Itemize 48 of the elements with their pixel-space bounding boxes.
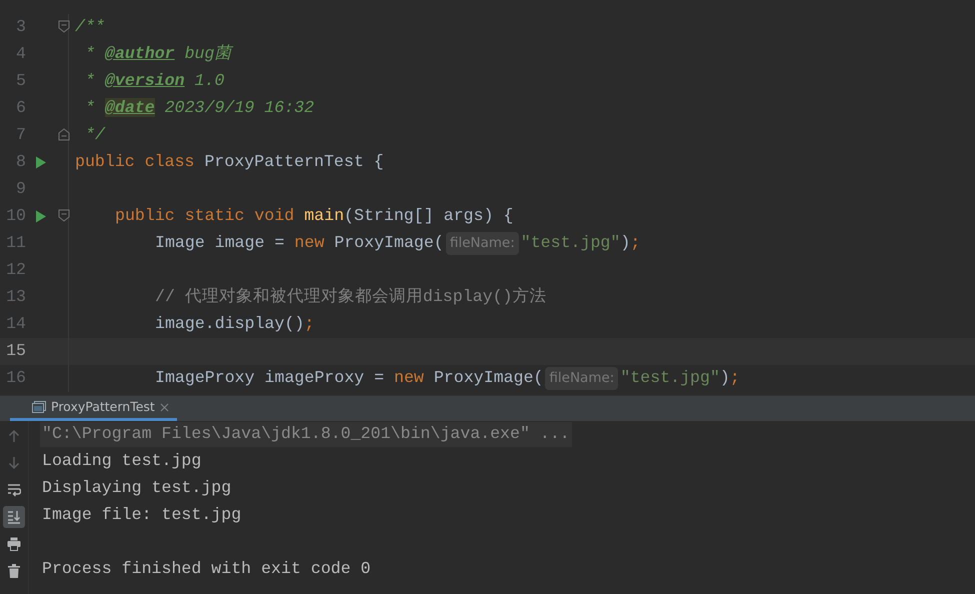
code-text: "test.jpg"); — [520, 232, 640, 254]
line-number: 10 — [5, 205, 27, 228]
scroll-to-end-button[interactable] — [3, 506, 25, 528]
line-number: 12 — [5, 259, 27, 282]
code-text: /** — [75, 16, 105, 38]
run-icon[interactable] — [35, 210, 47, 223]
code-text: * @date 2023/9/19 16:32 — [85, 97, 314, 120]
code-text: "test.jpg"); — [620, 367, 740, 390]
line-number: 13 — [5, 286, 27, 308]
code-text: * @version 1.0 — [85, 70, 224, 92]
scroll-to-end-icon — [7, 510, 21, 524]
line-number: 4 — [15, 43, 27, 66]
arrow-down-icon — [7, 456, 21, 470]
arrow-up-icon — [7, 429, 21, 443]
line-number: 11 — [5, 232, 27, 254]
console-icon — [32, 401, 46, 413]
printer-icon — [7, 537, 21, 551]
code-text: * @author bug菌 — [85, 43, 232, 66]
fold-icon[interactable] — [58, 20, 70, 33]
line-number: 8 — [15, 151, 27, 174]
line-number: 5 — [15, 70, 27, 92]
run-icon[interactable] — [35, 156, 47, 169]
console-output: Image file: test.jpg — [42, 504, 242, 526]
code-text: ImageProxy imageProxy = new ProxyImage( — [155, 367, 544, 390]
console-output: Process finished with exit code 0 — [42, 558, 371, 580]
line-number: 6 — [15, 97, 27, 120]
line-number: 3 — [15, 16, 27, 38]
parameter-hint: fileName: — [446, 232, 519, 255]
line-number: 16 — [5, 367, 27, 390]
tab-label: ProxyPatternTest — [51, 398, 155, 416]
code-text: // 代理对象和被代理对象都会调用display()方法 — [155, 286, 546, 308]
code-text: image.display(); — [155, 313, 314, 336]
console-output: Displaying test.jpg — [42, 477, 232, 500]
code-text: Image image = new ProxyImage( — [155, 232, 444, 254]
fold-icon[interactable] — [58, 209, 70, 222]
code-text: public class ProxyPatternTest { — [75, 151, 384, 174]
parameter-hint: fileName: — [545, 367, 618, 390]
soft-wrap-icon — [7, 483, 21, 497]
line-number: 9 — [15, 178, 27, 200]
line-number: 15 — [5, 340, 27, 362]
fold-icon[interactable] — [58, 128, 70, 141]
code-text: public static void main(String[] args) { — [115, 205, 514, 228]
close-icon[interactable] — [160, 402, 169, 412]
line-number: 7 — [15, 124, 27, 146]
console-output: Loading test.jpg — [42, 450, 202, 472]
line-number: 14 — [5, 313, 27, 336]
trash-icon — [7, 564, 21, 578]
code-text: */ — [85, 124, 105, 146]
